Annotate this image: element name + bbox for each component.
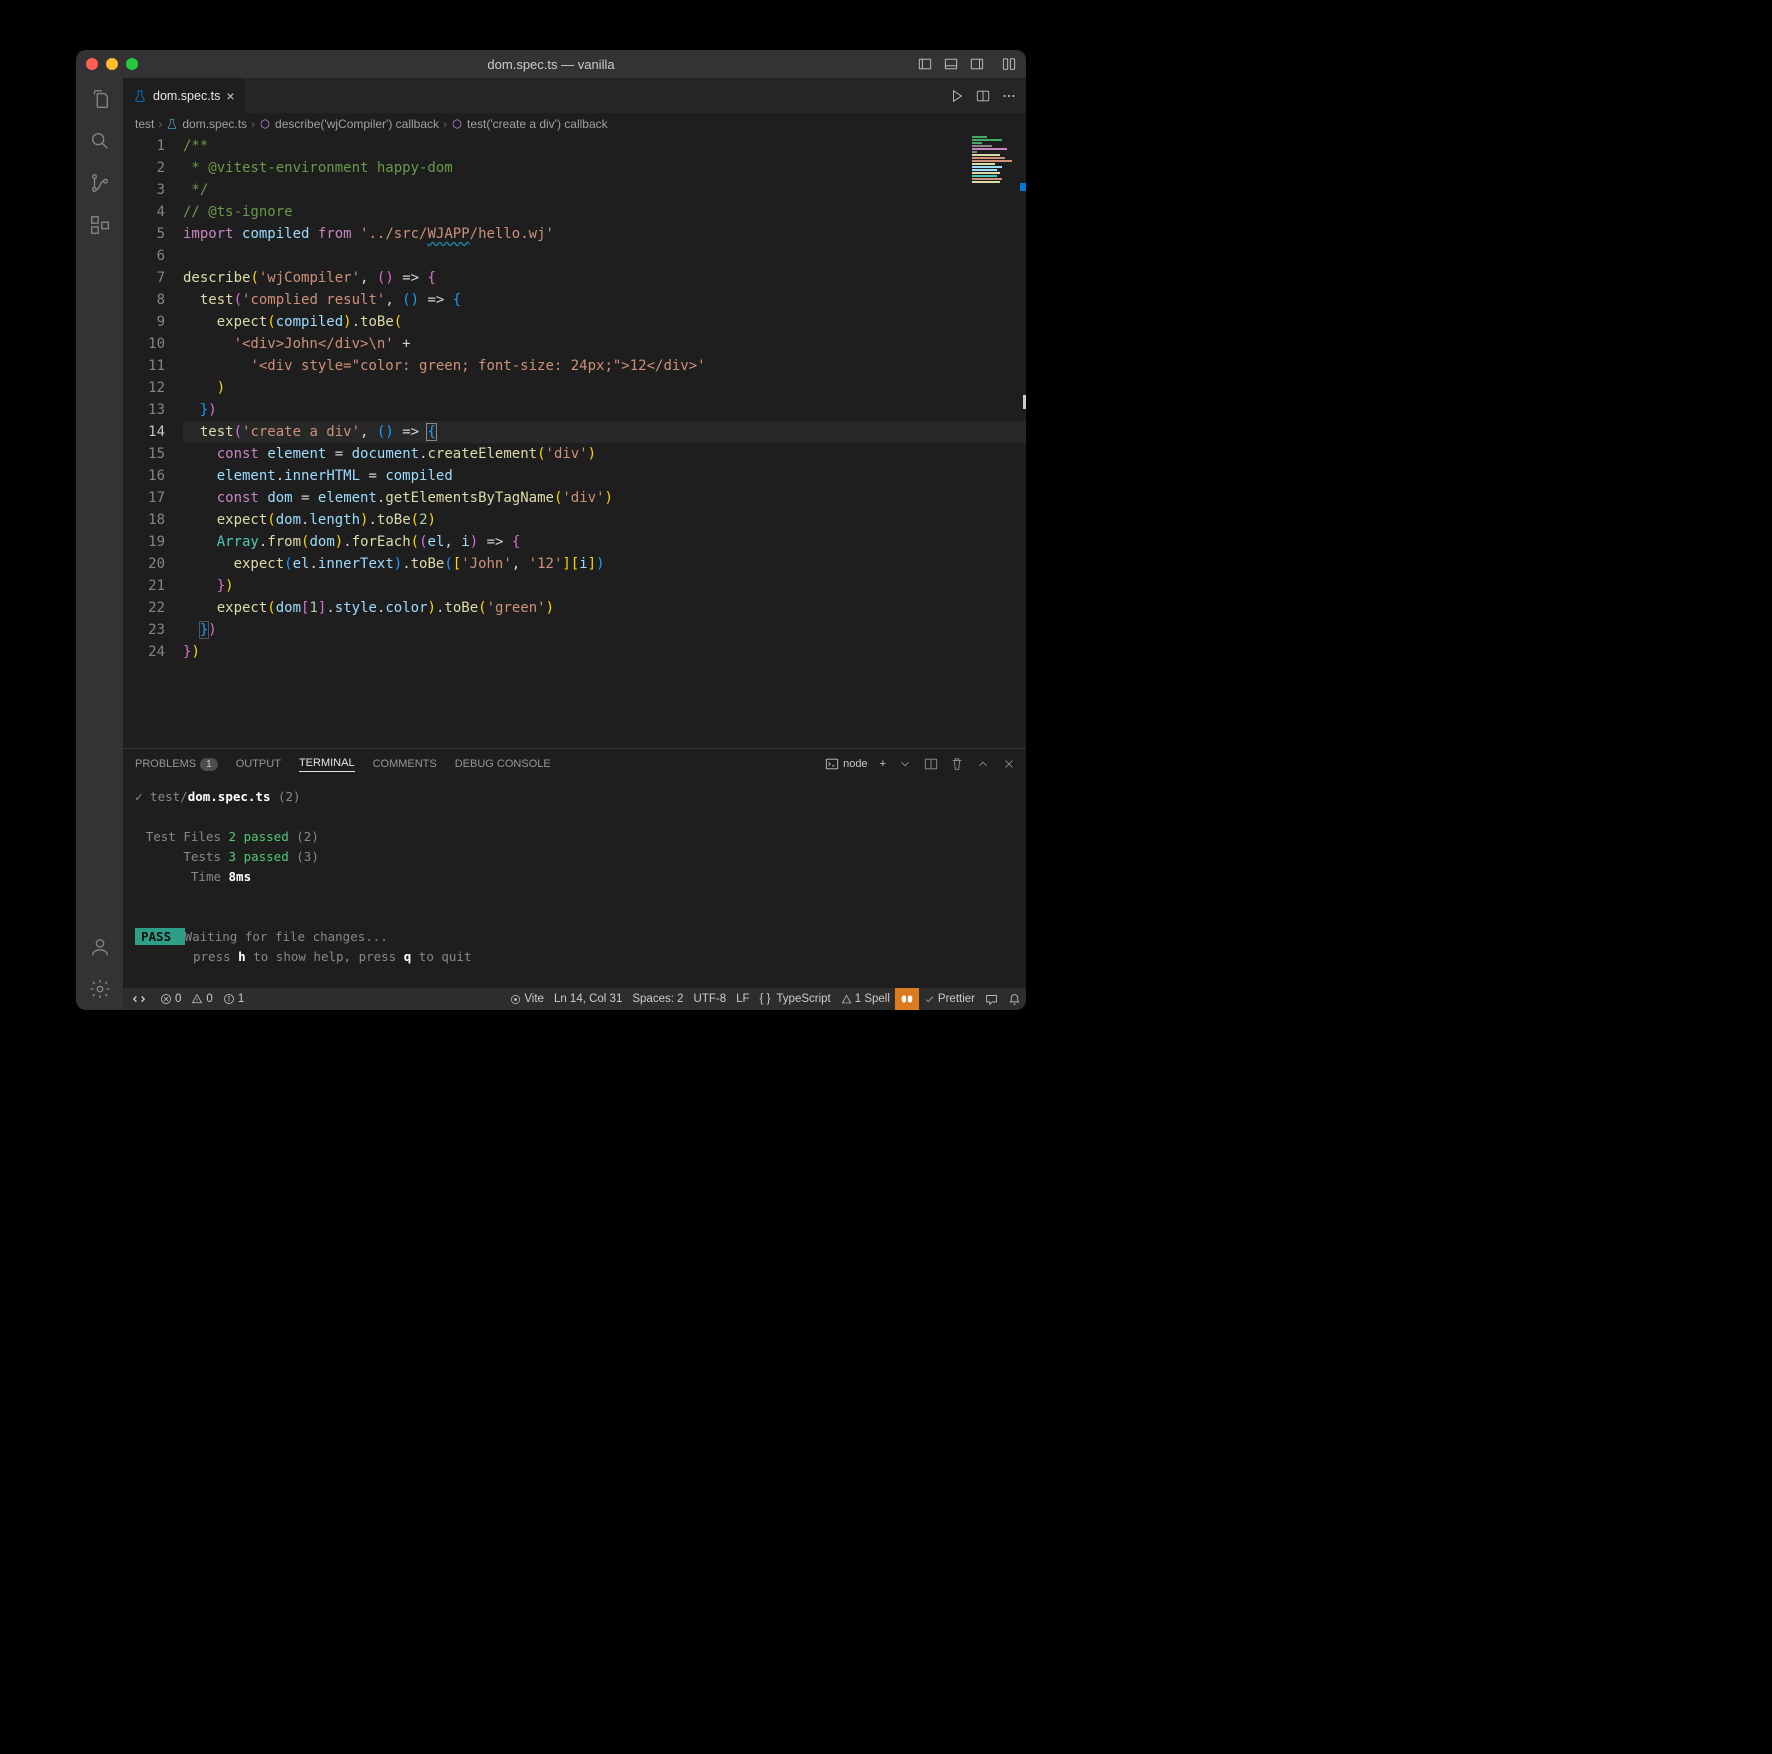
overview-ruler[interactable] <box>1020 135 1026 748</box>
symbol-method-icon <box>451 118 463 130</box>
extensions-icon[interactable] <box>89 214 111 236</box>
customize-layout-icon[interactable] <box>1002 57 1016 71</box>
tab-bar: dom.spec.ts × <box>123 78 1026 113</box>
status-info[interactable]: 1 <box>218 988 249 1010</box>
tab-label: dom.spec.ts <box>153 89 220 103</box>
vscode-window: dom.spec.ts — vanilla dom.spec.ts <box>76 50 1026 1010</box>
remote-button[interactable] <box>123 988 155 1010</box>
error-icon <box>160 993 172 1005</box>
panel-tabs: PROBLEMS1 OUTPUT TERMINAL COMMENTS DEBUG… <box>123 749 1026 779</box>
panel-tab-problems[interactable]: PROBLEMS1 <box>135 758 218 770</box>
chevron-right-icon: › <box>158 117 162 131</box>
close-window-button[interactable] <box>86 58 98 70</box>
tab-dom-spec[interactable]: dom.spec.ts × <box>123 78 246 113</box>
split-terminal-icon[interactable] <box>924 757 938 771</box>
terminal-shell-label[interactable]: node <box>825 757 867 771</box>
chevron-right-icon: › <box>251 117 255 131</box>
status-cursor[interactable]: Ln 14, Col 31 <box>549 988 627 1010</box>
breadcrumb-describe[interactable]: describe('wjCompiler') callback <box>275 117 439 131</box>
terminal-icon <box>825 757 839 771</box>
traffic-lights <box>86 58 138 70</box>
chevron-down-icon[interactable] <box>898 757 912 771</box>
source-control-icon[interactable] <box>89 172 111 194</box>
window-title: dom.spec.ts — vanilla <box>487 57 614 72</box>
search-icon[interactable] <box>89 130 111 152</box>
status-warnings[interactable]: 0 <box>186 988 217 1010</box>
maximize-window-button[interactable] <box>126 58 138 70</box>
symbol-method-icon <box>259 118 271 130</box>
pass-badge: PASS <box>135 928 185 945</box>
status-errors[interactable]: 0 <box>155 988 186 1010</box>
status-spell[interactable]: 1 Spell <box>836 988 895 1010</box>
toggle-secondary-sidebar-icon[interactable] <box>970 57 984 71</box>
status-bar: 0 0 1 Vite Ln 14, Co <box>123 988 1026 1010</box>
explorer-icon[interactable] <box>89 88 111 110</box>
status-eol[interactable]: LF <box>731 988 754 1010</box>
accounts-icon[interactable] <box>89 936 111 958</box>
chevron-right-icon: › <box>443 117 447 131</box>
code-content[interactable]: /** * @vitest-environment happy-dom */ /… <box>183 135 1026 748</box>
tab-close-icon[interactable]: × <box>226 88 234 104</box>
panel-tab-output[interactable]: OUTPUT <box>236 758 281 770</box>
run-icon[interactable] <box>950 89 964 103</box>
close-panel-icon[interactable] <box>1002 757 1016 771</box>
problems-badge: 1 <box>200 758 218 771</box>
panel-tab-comments[interactable]: COMMENTS <box>373 758 437 770</box>
trash-icon[interactable] <box>950 757 964 771</box>
target-icon <box>510 994 521 1005</box>
minimize-window-button[interactable] <box>106 58 118 70</box>
feedback-icon <box>985 993 998 1006</box>
check-icon <box>924 994 935 1005</box>
copilot-icon <box>900 992 914 1006</box>
test-file-icon <box>133 89 147 103</box>
warning-icon <box>841 994 852 1005</box>
toggle-panel-icon[interactable] <box>944 57 958 71</box>
new-terminal-button[interactable]: + <box>880 758 886 770</box>
status-prettier[interactable]: Prettier <box>919 988 980 1010</box>
status-language[interactable]: { }TypeScript <box>755 988 836 1010</box>
breadcrumb-folder[interactable]: test <box>135 117 154 131</box>
status-encoding[interactable]: UTF-8 <box>689 988 732 1010</box>
editor-area: dom.spec.ts × test › dom.spec.ts › descr… <box>123 78 1026 1010</box>
bell-icon <box>1008 993 1021 1006</box>
status-feedback[interactable] <box>980 988 1003 1010</box>
title-bar: dom.spec.ts — vanilla <box>76 50 1026 78</box>
status-spaces[interactable]: Spaces: 2 <box>627 988 688 1010</box>
toggle-primary-sidebar-icon[interactable] <box>918 57 932 71</box>
panel-tab-debug[interactable]: DEBUG CONSOLE <box>455 758 551 770</box>
activity-bar <box>76 78 123 1010</box>
terminal-output[interactable]: ✓ test/dom.spec.ts (2) Test Files 2 pass… <box>123 779 1026 988</box>
status-bell[interactable] <box>1003 988 1026 1010</box>
breadcrumb[interactable]: test › dom.spec.ts › describe('wjCompile… <box>123 113 1026 135</box>
line-gutter: 123456789101112131415161718192021222324 <box>123 135 183 748</box>
split-editor-icon[interactable] <box>976 89 990 103</box>
settings-gear-icon[interactable] <box>89 978 111 1000</box>
status-copilot[interactable] <box>895 988 919 1010</box>
bottom-panel: PROBLEMS1 OUTPUT TERMINAL COMMENTS DEBUG… <box>123 748 1026 988</box>
remote-icon <box>132 992 146 1006</box>
panel-tab-terminal[interactable]: TERMINAL <box>299 757 355 772</box>
test-file-icon <box>166 118 178 130</box>
chevron-up-icon[interactable] <box>976 757 990 771</box>
status-vite[interactable]: Vite <box>505 988 549 1010</box>
breadcrumb-file[interactable]: dom.spec.ts <box>182 117 247 131</box>
info-icon <box>223 993 235 1005</box>
code-editor[interactable]: 123456789101112131415161718192021222324 … <box>123 135 1026 748</box>
more-actions-icon[interactable] <box>1002 89 1016 103</box>
warning-icon <box>191 993 203 1005</box>
breadcrumb-test[interactable]: test('create a div') callback <box>467 117 608 131</box>
